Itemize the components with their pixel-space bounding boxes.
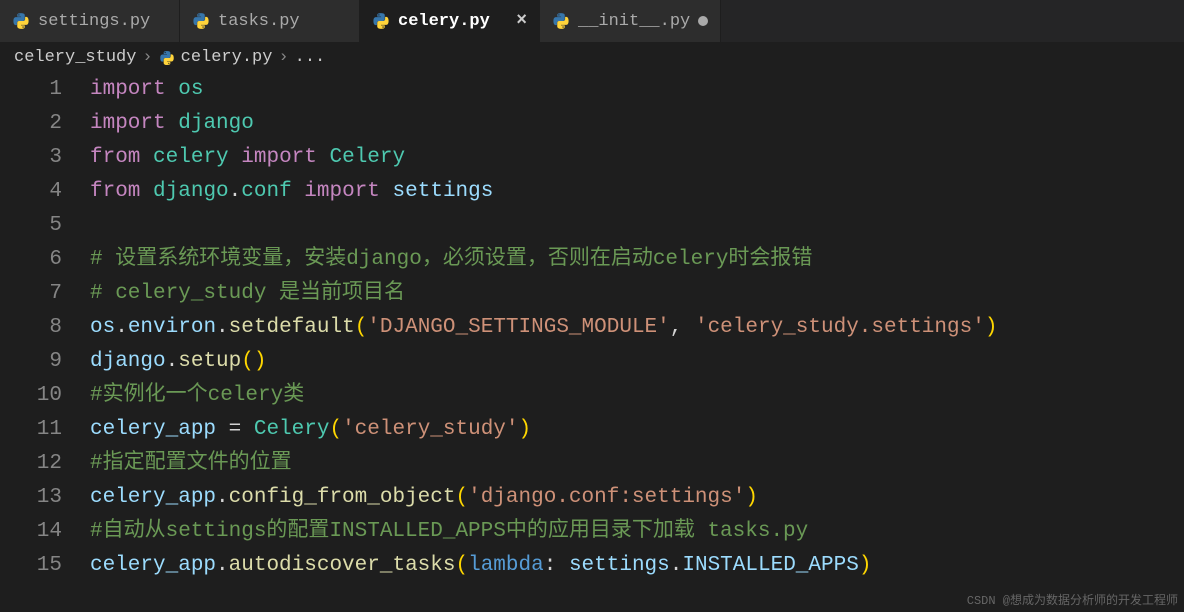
- line-number: 10: [0, 379, 90, 413]
- line-number: 12: [0, 447, 90, 481]
- code-content[interactable]: import django: [90, 107, 1184, 141]
- code-line[interactable]: 14#自动从settings的配置INSTALLED_APPS中的应用目录下加载…: [0, 515, 1184, 549]
- tab-label: settings.py: [38, 12, 150, 31]
- tab-celery-py[interactable]: celery.py ×: [360, 0, 540, 42]
- line-number: 5: [0, 209, 90, 243]
- tab-label: celery.py: [398, 12, 490, 31]
- code-content[interactable]: # 设置系统环境变量，安装django，必须设置，否则在启动celery时会报错: [90, 243, 1184, 277]
- line-number: 2: [0, 107, 90, 141]
- tab-tasks-py[interactable]: tasks.py: [180, 0, 360, 42]
- code-line[interactable]: 5: [0, 209, 1184, 243]
- code-line[interactable]: 3from celery import Celery: [0, 141, 1184, 175]
- breadcrumb[interactable]: celery_study › celery.py › ...: [0, 42, 1184, 73]
- code-content[interactable]: celery_app.autodiscover_tasks(lambda: se…: [90, 549, 1184, 583]
- code-line[interactable]: 15celery_app.autodiscover_tasks(lambda: …: [0, 549, 1184, 583]
- watermark: CSDN @想成为数据分析师的开发工程师: [967, 591, 1178, 608]
- modified-indicator-icon: [698, 16, 708, 26]
- line-number: 6: [0, 243, 90, 277]
- line-number: 9: [0, 345, 90, 379]
- line-number: 1: [0, 73, 90, 107]
- chevron-right-icon: ›: [278, 48, 288, 67]
- code-editor[interactable]: 1import os2import django3from celery imp…: [0, 73, 1184, 583]
- code-line[interactable]: 8os.environ.setdefault('DJANGO_SETTINGS_…: [0, 311, 1184, 345]
- python-icon: [12, 12, 30, 30]
- code-content[interactable]: # celery_study 是当前项目名: [90, 277, 1184, 311]
- code-line[interactable]: 11celery_app = Celery('celery_study'): [0, 413, 1184, 447]
- breadcrumb-file[interactable]: celery.py: [181, 48, 273, 67]
- line-number: 15: [0, 549, 90, 583]
- line-number: 4: [0, 175, 90, 209]
- breadcrumb-more[interactable]: ...: [295, 48, 326, 67]
- python-icon: [192, 12, 210, 30]
- tab-label: __init__.py: [578, 12, 690, 31]
- code-line[interactable]: 1import os: [0, 73, 1184, 107]
- code-content[interactable]: [90, 209, 1184, 243]
- tab-settings-py[interactable]: settings.py: [0, 0, 180, 42]
- code-line[interactable]: 7# celery_study 是当前项目名: [0, 277, 1184, 311]
- code-content[interactable]: os.environ.setdefault('DJANGO_SETTINGS_M…: [90, 311, 1184, 345]
- tab-label: tasks.py: [218, 12, 300, 31]
- line-number: 7: [0, 277, 90, 311]
- line-number: 13: [0, 481, 90, 515]
- line-number: 3: [0, 141, 90, 175]
- python-icon: [372, 12, 390, 30]
- tab-init-py[interactable]: __init__.py: [540, 0, 721, 42]
- line-number: 8: [0, 311, 90, 345]
- code-line[interactable]: 2import django: [0, 107, 1184, 141]
- chevron-right-icon: ›: [142, 48, 152, 67]
- code-line[interactable]: 12#指定配置文件的位置: [0, 447, 1184, 481]
- code-content[interactable]: django.setup(): [90, 345, 1184, 379]
- line-number: 14: [0, 515, 90, 549]
- code-content[interactable]: from django.conf import settings: [90, 175, 1184, 209]
- close-icon[interactable]: ×: [516, 11, 527, 31]
- code-line[interactable]: 9django.setup(): [0, 345, 1184, 379]
- code-content[interactable]: #指定配置文件的位置: [90, 447, 1184, 481]
- code-content[interactable]: #实例化一个celery类: [90, 379, 1184, 413]
- code-content[interactable]: from celery import Celery: [90, 141, 1184, 175]
- code-content[interactable]: celery_app.config_from_object('django.co…: [90, 481, 1184, 515]
- code-content[interactable]: celery_app = Celery('celery_study'): [90, 413, 1184, 447]
- python-icon: [552, 12, 570, 30]
- line-number: 11: [0, 413, 90, 447]
- code-line[interactable]: 4from django.conf import settings: [0, 175, 1184, 209]
- code-line[interactable]: 6# 设置系统环境变量，安装django，必须设置，否则在启动celery时会报…: [0, 243, 1184, 277]
- code-line[interactable]: 10#实例化一个celery类: [0, 379, 1184, 413]
- code-content[interactable]: #自动从settings的配置INSTALLED_APPS中的应用目录下加载 t…: [90, 515, 1184, 549]
- breadcrumb-folder[interactable]: celery_study: [14, 48, 136, 67]
- python-icon: [159, 50, 175, 66]
- code-line[interactable]: 13celery_app.config_from_object('django.…: [0, 481, 1184, 515]
- code-content[interactable]: import os: [90, 73, 1184, 107]
- tab-bar: settings.py tasks.py celery.py × __init_…: [0, 0, 1184, 42]
